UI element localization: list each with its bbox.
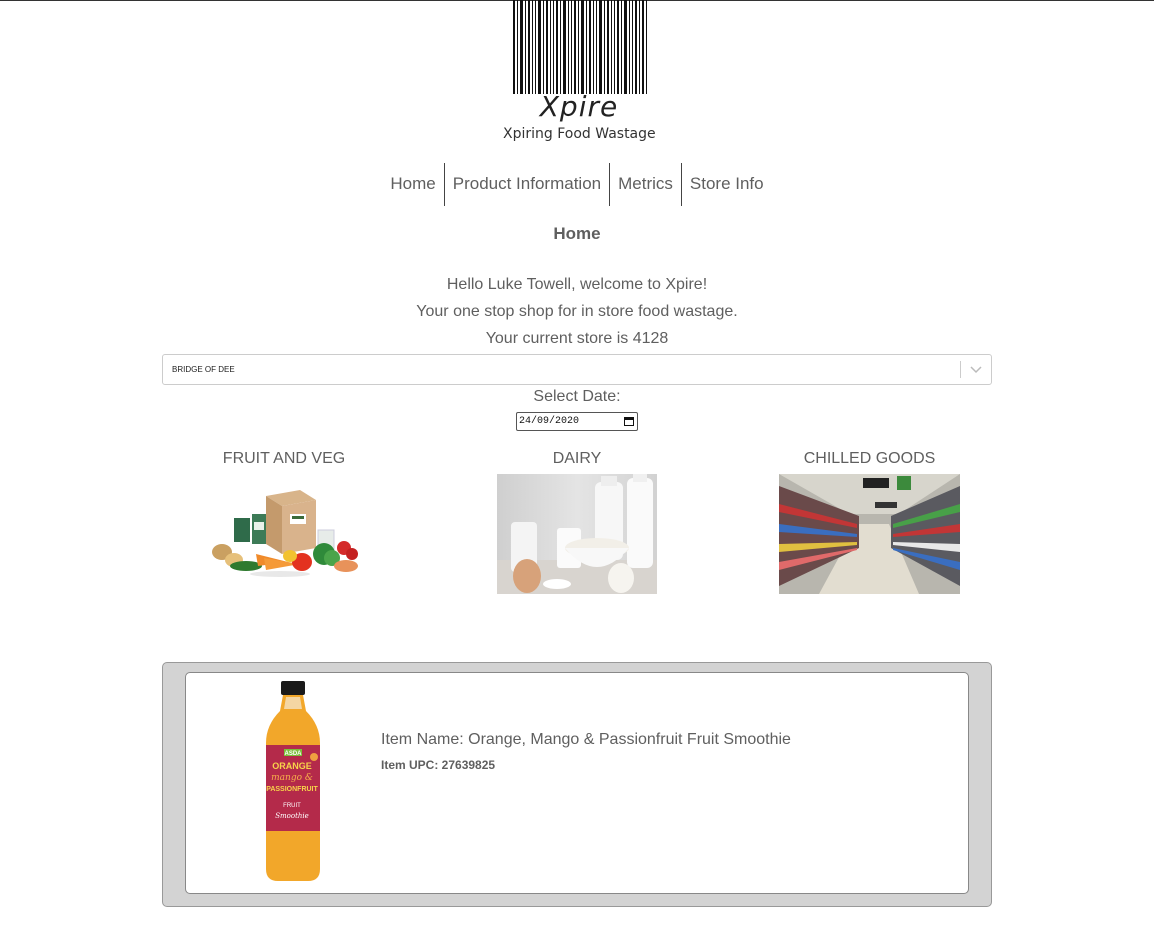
product-card[interactable]: ASDA ORANGE mango & PASSIONFRUIT FRUIT S… [185, 672, 969, 894]
category-chilled-goods[interactable]: CHILLED GOODS [779, 450, 960, 599]
calendar-icon[interactable] [624, 416, 634, 426]
bottle-type-text: Smoothie [275, 812, 309, 820]
bottle-brand-text: ASDA [284, 751, 302, 757]
category-fruit-and-veg[interactable]: FRUIT AND VEG [204, 450, 364, 599]
store-select[interactable]: BRIDGE OF DEE [162, 354, 992, 385]
item-name: Item Name: Orange, Mango & Passionfruit … [381, 731, 791, 748]
select-divider [960, 361, 961, 378]
bottle-flavour-text: ORANGE [272, 761, 312, 771]
nav-metrics[interactable]: Metrics [610, 163, 681, 206]
fruit-and-veg-image [212, 490, 358, 577]
nav-product-information[interactable]: Product Information [445, 163, 609, 206]
date-input[interactable]: 24/09/2020 [516, 412, 638, 431]
date-value: 24/09/2020 [519, 416, 580, 427]
category-label: DAIRY [552, 450, 602, 467]
welcome-tagline: Your one stop shop for in store food was… [416, 303, 738, 320]
product-panel: ASDA ORANGE mango & PASSIONFRUIT FRUIT S… [162, 662, 992, 907]
category-label: FRUIT AND VEG [222, 450, 346, 467]
bottle-flavour-text: mango & [271, 773, 313, 783]
logo-name: Xpire [539, 90, 619, 123]
barcode-icon [513, 0, 647, 94]
nav-home[interactable]: Home [382, 163, 443, 206]
category-label: CHILLED GOODS [803, 450, 936, 467]
current-store-text: Your current store is 4128 [485, 330, 669, 347]
logo-tagline: Xpiring Food Wastage [503, 126, 656, 142]
bottle-type-text: FRUIT [283, 803, 301, 809]
xpire-logo[interactable]: Xpire Xpiring Food Wastage [503, 0, 656, 148]
page-title: Home [553, 224, 601, 243]
product-image: ASDA ORANGE mango & PASSIONFRUIT FRUIT S… [266, 681, 320, 881]
nav-store-info[interactable]: Store Info [682, 163, 772, 206]
chilled-goods-image [779, 474, 960, 594]
welcome-greeting: Hello Luke Towell, welcome to Xpire! [446, 276, 708, 293]
bottle-flavour-text: PASSIONFRUIT [266, 786, 318, 793]
chevron-down-icon[interactable] [970, 364, 982, 374]
category-dairy[interactable]: DAIRY [497, 450, 657, 599]
main-nav: Home Product Information Metrics Store I… [0, 163, 1154, 206]
item-upc: Item UPC: 27639825 [381, 758, 496, 772]
date-label: Select Date: [533, 388, 621, 405]
dairy-image [497, 474, 657, 594]
store-select-value: BRIDGE OF DEE [172, 365, 235, 374]
